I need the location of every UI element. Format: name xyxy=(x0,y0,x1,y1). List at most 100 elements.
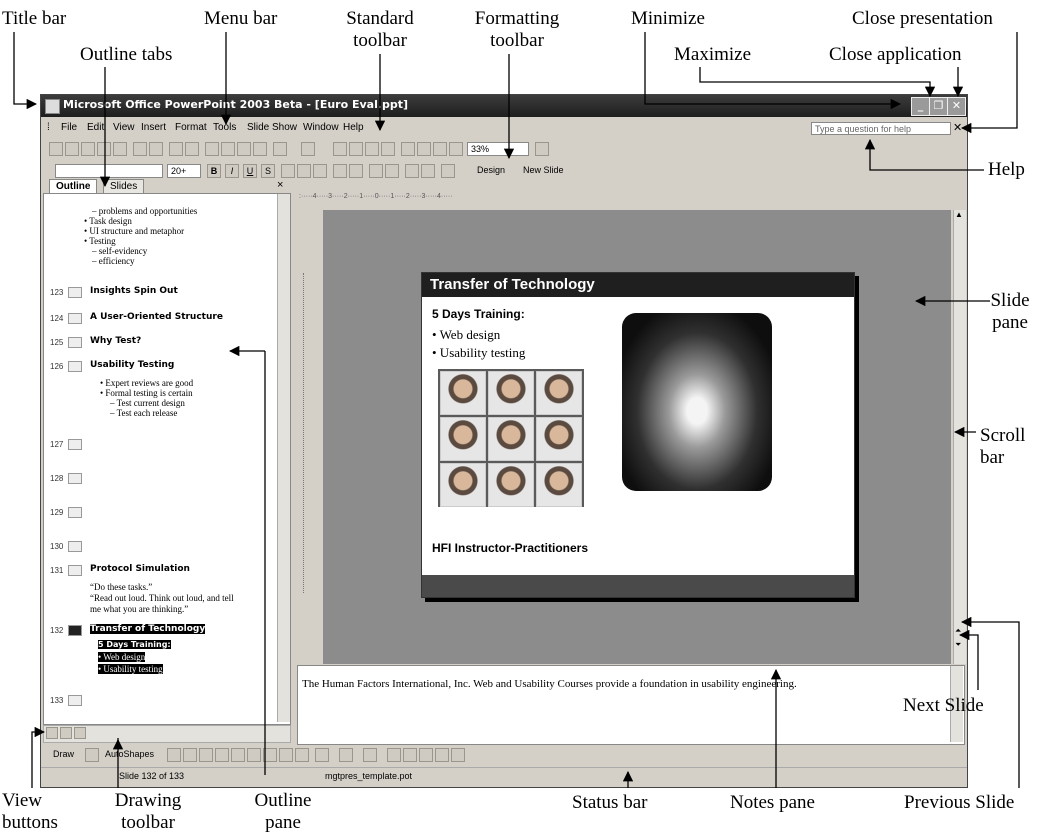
scroll-up-icon[interactable]: ▲ xyxy=(955,210,963,219)
maximize-button[interactable]: ❐ xyxy=(929,97,948,116)
print-icon[interactable] xyxy=(133,142,147,156)
zoom-select[interactable]: 33% xyxy=(467,142,529,156)
slide-sorter-view-icon[interactable] xyxy=(60,727,72,739)
arrow-icon[interactable] xyxy=(183,748,197,762)
close-application-button[interactable]: ✕ xyxy=(947,97,966,116)
decrease-indent-icon[interactable] xyxy=(405,164,419,178)
next-slide-icon[interactable]: ⏷ xyxy=(955,640,961,650)
copy-icon[interactable] xyxy=(221,142,235,156)
slide-icon[interactable] xyxy=(68,361,82,372)
color-grayscale-icon[interactable] xyxy=(449,142,463,156)
tab-outline[interactable]: Outline xyxy=(49,179,98,194)
outline-scrollbar[interactable] xyxy=(277,194,290,722)
menu-tools[interactable]: Tools xyxy=(213,122,236,133)
menu-edit[interactable]: Edit xyxy=(87,122,104,133)
undo-icon[interactable] xyxy=(273,142,287,156)
outline-pane[interactable]: – problems and opportunities • Task desi… xyxy=(43,193,291,725)
slide-icon[interactable] xyxy=(68,313,82,324)
line-style-icon[interactable] xyxy=(387,748,401,762)
powerpoint-app-icon[interactable] xyxy=(45,99,60,114)
increase-font-icon[interactable] xyxy=(369,164,383,178)
picture-icon[interactable] xyxy=(295,748,309,762)
dash-style-icon[interactable] xyxy=(403,748,417,762)
menu-insert[interactable]: Insert xyxy=(141,122,166,133)
cut-icon[interactable] xyxy=(205,142,219,156)
show-formatting-icon[interactable] xyxy=(417,142,431,156)
slide-icon[interactable] xyxy=(68,565,82,576)
3d-style-icon[interactable] xyxy=(451,748,465,762)
menu-file[interactable]: File xyxy=(61,122,77,133)
shadow-style-icon[interactable] xyxy=(435,748,449,762)
open-icon[interactable] xyxy=(65,142,79,156)
current-slide[interactable]: Transfer of Technology 5 Days Training: … xyxy=(421,272,855,598)
grid-icon[interactable] xyxy=(433,142,447,156)
research-icon[interactable] xyxy=(185,142,199,156)
outline-slide-123[interactable]: 123 Insights Spin Out xyxy=(44,286,274,300)
design-button[interactable]: Design xyxy=(477,165,505,175)
new-icon[interactable] xyxy=(49,142,63,156)
outline-slide-128[interactable]: 128 xyxy=(44,472,274,486)
wordart-icon[interactable] xyxy=(247,748,261,762)
outline-slide-126[interactable]: 126 Usability Testing xyxy=(44,360,274,374)
outline-slide-131[interactable]: 131 Protocol Simulation xyxy=(44,564,274,578)
rectangle-icon[interactable] xyxy=(199,748,213,762)
menu-help[interactable]: Help xyxy=(343,122,364,133)
slide-icon[interactable] xyxy=(68,337,82,348)
ask-question-input[interactable]: Type a question for help xyxy=(811,122,951,135)
spelling-icon[interactable] xyxy=(169,142,183,156)
diagram-icon[interactable] xyxy=(263,748,277,762)
print-preview-icon[interactable] xyxy=(149,142,163,156)
outline-slide-129[interactable]: 129 xyxy=(44,506,274,520)
align-left-icon[interactable] xyxy=(281,164,295,178)
outline-slide-132[interactable]: 132 Transfer of Technology xyxy=(44,624,274,638)
outline-slide-130[interactable]: 130 xyxy=(44,540,274,554)
align-center-icon[interactable] xyxy=(297,164,311,178)
outline-slide-125[interactable]: 125 Why Test? xyxy=(44,336,274,350)
paste-icon[interactable] xyxy=(237,142,251,156)
slide-icon[interactable] xyxy=(68,625,82,636)
slide-show-view-icon[interactable] xyxy=(74,727,86,739)
expand-all-icon[interactable] xyxy=(401,142,415,156)
insert-chart-icon[interactable] xyxy=(333,142,347,156)
tables-borders-icon[interactable] xyxy=(365,142,379,156)
increase-indent-icon[interactable] xyxy=(421,164,435,178)
italic-button[interactable]: I xyxy=(225,164,239,178)
previous-slide-icon[interactable]: ⏶ xyxy=(955,626,961,636)
slide-icon[interactable] xyxy=(68,287,82,298)
close-outline-pane-button[interactable]: × xyxy=(277,179,283,191)
font-color-icon[interactable] xyxy=(441,164,455,178)
format-painter-icon[interactable] xyxy=(253,142,267,156)
decrease-font-icon[interactable] xyxy=(385,164,399,178)
draw-menu-button[interactable]: Draw xyxy=(53,749,74,759)
slide-icon[interactable] xyxy=(68,541,82,552)
insert-table-icon[interactable] xyxy=(349,142,363,156)
slide-icon[interactable] xyxy=(68,695,82,706)
email-icon[interactable] xyxy=(113,142,127,156)
font-size-select[interactable]: 20+ xyxy=(167,164,201,178)
minimize-button[interactable]: _ xyxy=(911,97,930,116)
align-right-icon[interactable] xyxy=(313,164,327,178)
normal-view-icon[interactable] xyxy=(46,727,58,739)
outline-slide-124[interactable]: 124 A User-Oriented Structure xyxy=(44,312,274,326)
autoshapes-menu-button[interactable]: AutoShapes xyxy=(105,749,154,759)
numbering-icon[interactable] xyxy=(333,164,347,178)
outline-slide-127[interactable]: 127 xyxy=(44,438,274,452)
slide-scrollbar[interactable]: ▲ ⏶ ⏷ xyxy=(953,210,966,664)
bold-button[interactable]: B xyxy=(207,164,221,178)
line-icon[interactable] xyxy=(167,748,181,762)
menu-format[interactable]: Format xyxy=(175,122,207,133)
slide-icon[interactable] xyxy=(68,473,82,484)
help-icon[interactable] xyxy=(535,142,549,156)
line-color-icon[interactable] xyxy=(339,748,353,762)
slide-icon[interactable] xyxy=(68,507,82,518)
text-box-icon[interactable] xyxy=(231,748,245,762)
close-presentation-button[interactable]: ✕ xyxy=(953,121,962,134)
save-icon[interactable] xyxy=(81,142,95,156)
menu-slide-show[interactable]: Slide Show xyxy=(247,122,297,133)
select-objects-icon[interactable] xyxy=(85,748,99,762)
new-slide-button[interactable]: New Slide xyxy=(523,165,564,175)
oval-icon[interactable] xyxy=(215,748,229,762)
notes-pane[interactable]: The Human Factors International, Inc. We… xyxy=(297,665,965,745)
menu-view[interactable]: View xyxy=(113,122,135,133)
clip-art-icon[interactable] xyxy=(279,748,293,762)
